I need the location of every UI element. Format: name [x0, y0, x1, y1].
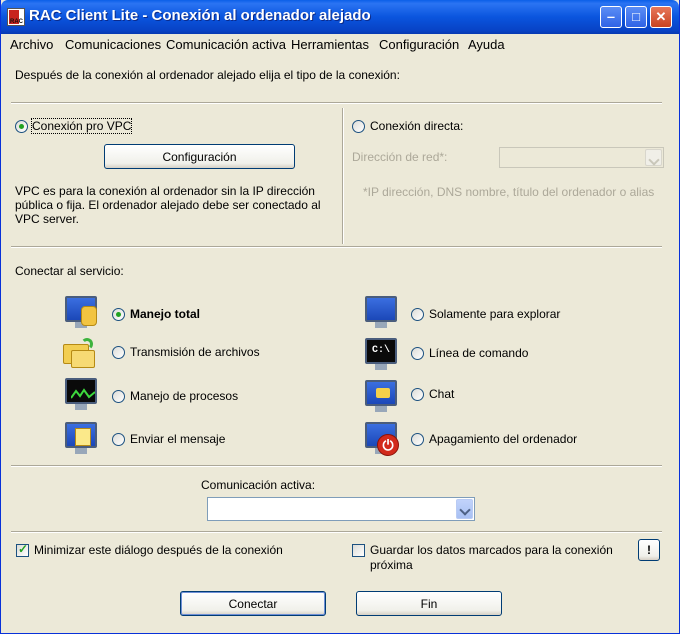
chat-icon	[363, 378, 399, 414]
service-radio-mensaje[interactable]	[112, 433, 125, 446]
address-note: *IP dirección, DNS nombre, título del or…	[363, 185, 655, 199]
menu-bar: Archivo Comunicaciones Comunicación acti…	[1, 34, 679, 54]
app-icon: RAC	[7, 8, 25, 26]
vertical-divider	[342, 108, 344, 244]
service-label-transmision[interactable]: Transmisión de archivos	[130, 345, 260, 359]
monitor-view-icon	[363, 294, 399, 330]
end-button[interactable]: Fin	[356, 591, 502, 616]
minimize-label[interactable]: Minimizar este diálogo después de la con…	[34, 543, 283, 557]
service-radio-apagamiento[interactable]	[411, 433, 424, 446]
address-combo[interactable]	[499, 147, 664, 168]
chevron-down-icon[interactable]	[645, 149, 662, 166]
divider	[11, 246, 662, 248]
vpc-description: VPC es para la conexión al ordenador sin…	[15, 184, 321, 226]
vpc-label[interactable]: Conexión pro VPC	[30, 118, 133, 134]
direct-radio[interactable]	[352, 120, 365, 133]
power-icon: ⏻	[363, 420, 399, 456]
service-radio-procesos[interactable]	[112, 390, 125, 403]
menu-comunicacion-activa[interactable]: Comunicación activa	[166, 37, 286, 52]
divider	[11, 465, 662, 467]
monitor-hand-icon	[63, 294, 99, 330]
direct-label[interactable]: Conexión directa:	[370, 119, 463, 133]
menu-herramientas[interactable]: Herramientas	[291, 37, 369, 52]
service-label-explorar[interactable]: Solamente para explorar	[429, 307, 560, 321]
maximize-button[interactable]: □	[625, 6, 647, 28]
service-radio-manejo-total[interactable]	[112, 308, 125, 321]
service-radio-transmision[interactable]	[112, 346, 125, 359]
process-monitor-icon	[63, 376, 99, 412]
connection-hint: Después de la conexión al ordenador alej…	[15, 68, 400, 82]
active-communication-combo[interactable]	[207, 497, 475, 521]
service-label-mensaje[interactable]: Enviar el mensaje	[130, 432, 225, 446]
address-label: Dirección de red*:	[352, 150, 448, 164]
main-window: RAC RAC Client Lite - Conexión al ordena…	[0, 0, 680, 634]
minimize-icon: ‒	[607, 9, 615, 24]
title-bar[interactable]: RAC RAC Client Lite - Conexión al ordena…	[1, 0, 679, 34]
service-radio-chat[interactable]	[411, 388, 424, 401]
service-label-chat[interactable]: Chat	[429, 387, 454, 401]
service-radio-comando[interactable]	[411, 347, 424, 360]
configuration-button[interactable]: Configuración	[104, 144, 295, 169]
connect-button[interactable]: Conectar	[180, 591, 326, 616]
divider	[11, 102, 662, 104]
active-communication-label: Comunicación activa:	[201, 478, 316, 492]
menu-comunicaciones[interactable]: Comunicaciones	[65, 37, 161, 52]
menu-configuracion[interactable]: Configuración	[379, 37, 459, 52]
divider	[11, 531, 662, 533]
vpc-radio[interactable]	[15, 120, 28, 133]
menu-archivo[interactable]: Archivo	[10, 37, 53, 52]
minimize-checkbox[interactable]	[16, 542, 29, 557]
message-note-icon	[63, 420, 99, 456]
info-button[interactable]: !	[638, 539, 660, 561]
service-heading: Conectar al servicio:	[15, 264, 124, 278]
folder-transfer-icon	[61, 336, 97, 372]
service-label-apagamiento[interactable]: Apagamiento del ordenador	[429, 432, 577, 446]
maximize-icon: □	[632, 9, 640, 24]
chevron-down-icon[interactable]	[456, 499, 473, 519]
service-label-manejo-total[interactable]: Manejo total	[130, 307, 200, 321]
close-icon: ✕	[655, 9, 667, 24]
command-line-icon: C:\	[363, 336, 399, 372]
close-button[interactable]: ✕	[650, 6, 672, 28]
save-data-checkbox[interactable]	[352, 544, 365, 557]
save-data-label[interactable]: Guardar los datos marcados para la conex…	[370, 543, 630, 573]
service-label-comando[interactable]: Línea de comando	[429, 346, 528, 360]
window-title: RAC Client Lite - Conexión al ordenador …	[29, 7, 371, 24]
service-radio-explorar[interactable]	[411, 308, 424, 321]
app-icon-text: RAC	[10, 19, 23, 25]
service-label-procesos[interactable]: Manejo de procesos	[130, 389, 238, 403]
minimize-button[interactable]: ‒	[600, 6, 622, 28]
menu-ayuda[interactable]: Ayuda	[468, 37, 505, 52]
